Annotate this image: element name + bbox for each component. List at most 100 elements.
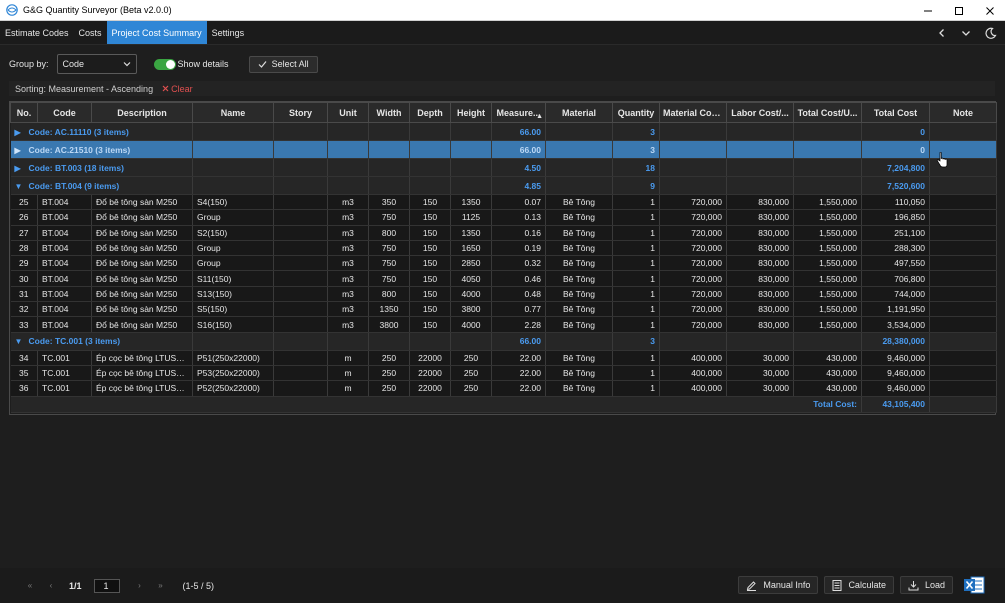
expand-arrow-icon[interactable]: ▶ [15,128,29,137]
cell-story [273,316,328,333]
minimize-icon[interactable] [912,0,943,21]
cell-note [929,365,997,382]
table-row[interactable]: 31 BT.004 Đổ bê tông sàn M250 S13(150) m3 800… [10,286,997,303]
column-header[interactable]: Width [368,102,410,123]
tab-project-cost-summary[interactable]: Project Cost Summary [106,21,207,44]
column-header[interactable]: Total Cost/U... [793,102,862,123]
table-header-row: No. Code Description Name Story Unit Width Dept… [10,102,997,123]
group-row[interactable]: ▶ Code: AC.11110 (3 items) 66.00 3 0 [10,122,997,141]
select-all-button[interactable]: Select All [248,55,318,73]
table-row[interactable]: 26 BT.004 Đổ bê tông sàn M250 Group m3 750 150… [10,209,997,226]
cell-code: BT.004 [37,209,92,226]
expand-arrow-icon[interactable]: ▶ [15,146,29,155]
next-page-icon[interactable]: › [132,579,148,593]
pager-bar: « ‹ 1/1 1 › » (1-5 / 5) Manual Info Calc… [0,568,1005,603]
tab-estimate-codes[interactable]: Estimate Codes [0,21,74,44]
column-header[interactable]: Quantity [612,102,660,123]
chevron-down-icon[interactable] [959,26,973,40]
table-row[interactable]: 29 BT.004 Đổ bê tông sàn M250 Group m3 750 150… [10,255,997,272]
column-header[interactable]: No. [10,102,38,123]
load-button[interactable]: Load [899,576,953,594]
cell-note [929,350,997,366]
cell-height: 1350 [450,194,492,211]
cell-width: 750 [368,209,410,226]
chevron-left-icon[interactable] [935,26,949,40]
group-label: Code: BT.003 (18 items) [28,162,124,173]
group-empty-cell [409,158,451,177]
app-logo-icon [6,4,18,16]
title-bar: G&G Quantity Surveyor (Beta v2.0.0) [0,0,1005,21]
table-row[interactable]: 30 BT.004 Đổ bê tông sàn M250 S11(150) m3 750… [10,270,997,287]
group-row[interactable]: ▶ Code: BT.003 (18 items) 4.50 18 7,204,800 [10,158,997,177]
column-header[interactable]: Total Cost [861,102,930,123]
manual-info-button[interactable]: Manual Info [738,576,819,594]
table-row[interactable]: 36TC.001Ép cọc bê tông LTUST 250x250P52(… [10,380,997,397]
group-empty-cell [327,176,369,195]
table-row[interactable]: 34TC.001Ép cọc bê tông LTUST 250x250P51(… [10,350,997,366]
expand-arrow-icon[interactable]: ▶ [15,164,29,173]
cell-code: TC.001 [37,380,92,397]
cell-unit: m3 [327,225,369,241]
column-header-label: Note [953,107,973,118]
column-header[interactable]: Name [192,102,274,123]
last-page-icon[interactable]: » [153,579,169,593]
cell-note [929,270,997,287]
group-empty-cell [793,140,862,159]
group-row[interactable]: ▼ Code: BT.004 (9 items) 4.85 9 7,520,600 [10,176,997,195]
close-icon[interactable] [974,0,1005,21]
dark-mode-moon-icon[interactable] [983,26,997,40]
cell-total-cost-unit: 1,550,000 [793,240,862,257]
cell-labor-cost: 830,000 [726,240,794,257]
column-header[interactable]: Material Cos... [659,102,727,123]
excel-export-icon[interactable] [963,575,985,595]
group-label-cell: ▶ Code: BT.003 (18 items) [10,158,193,177]
column-header[interactable]: Measure... ▲ [491,102,546,123]
table-row[interactable]: 27 BT.004 Đổ bê tông sàn M250 S2(150) m3 800 1… [10,225,997,241]
clear-sort-button[interactable]: Clear [162,84,193,94]
tab-costs[interactable]: Costs [74,21,107,44]
column-header[interactable]: Unit [327,102,369,123]
cell-height: 250 [450,365,492,382]
maximize-icon[interactable] [943,0,974,21]
group-row[interactable]: ▶ Code: AC.21510 (3 items) 66.00 3 0 [10,140,997,159]
column-header[interactable]: Depth [409,102,451,123]
column-header[interactable]: Height [450,102,492,123]
group-row[interactable]: ▼ Code: TC.001 (3 items) 66.00 3 28,380,000 [10,332,997,351]
column-header[interactable]: Story [273,102,328,123]
column-header[interactable]: Note [929,102,997,123]
table-row[interactable]: 28 BT.004 Đổ bê tông sàn M250 Group m3 750 150… [10,240,997,257]
pencil-icon [747,580,757,591]
cell-measure: 0.16 [491,225,546,241]
first-page-icon[interactable]: « [22,579,38,593]
group-by-select[interactable]: Code [56,54,137,74]
column-header-label: Unit [339,107,357,118]
calculate-button[interactable]: Calculate [824,576,894,594]
column-header[interactable]: Code [37,102,92,123]
tab-settings[interactable]: Settings [207,21,250,44]
cell-material-cost: 720,000 [659,286,727,303]
total-cost-value: 43,105,400 [861,396,930,413]
cell-name: S4(150) [192,194,274,211]
table-row[interactable]: 33 BT.004 Đổ bê tông sàn M250 S16(150) m3 380… [10,316,997,333]
group-empty-cell [545,332,613,351]
table-row[interactable]: 25 BT.004 Đổ bê tông sàn M250 S4(150) m3 350 1… [10,194,997,211]
cell-measure: 0.77 [491,301,546,318]
cell-story [273,301,328,318]
column-header[interactable]: Material [545,102,613,123]
column-header[interactable]: Labor Cost/... [726,102,794,123]
cell-quantity: 1 [612,225,660,241]
table-row[interactable]: 35TC.001Ép cọc bê tông LTUST 250x250P53(… [10,365,997,382]
cell-measure: 0.32 [491,255,546,272]
cell-material: Bê Tông [545,350,613,366]
prev-page-icon[interactable]: ‹ [43,579,59,593]
cell-total-cost: 288,300 [861,240,930,257]
page-number-input[interactable]: 1 [93,578,120,593]
collapse-arrow-icon[interactable]: ▼ [15,337,29,346]
calculate-label: Calculate [848,580,886,590]
show-details-toggle[interactable] [153,58,176,70]
collapse-arrow-icon[interactable]: ▼ [15,182,29,191]
table-row[interactable]: 32 BT.004 Đổ bê tông sàn M250 S5(150) m3 1350… [10,301,997,318]
cell-description: Ép cọc bê tông LTUST 250x250 [91,365,193,382]
sorting-text: Sorting: Measurement - Ascending [15,83,154,94]
column-header[interactable]: Description [91,102,193,123]
